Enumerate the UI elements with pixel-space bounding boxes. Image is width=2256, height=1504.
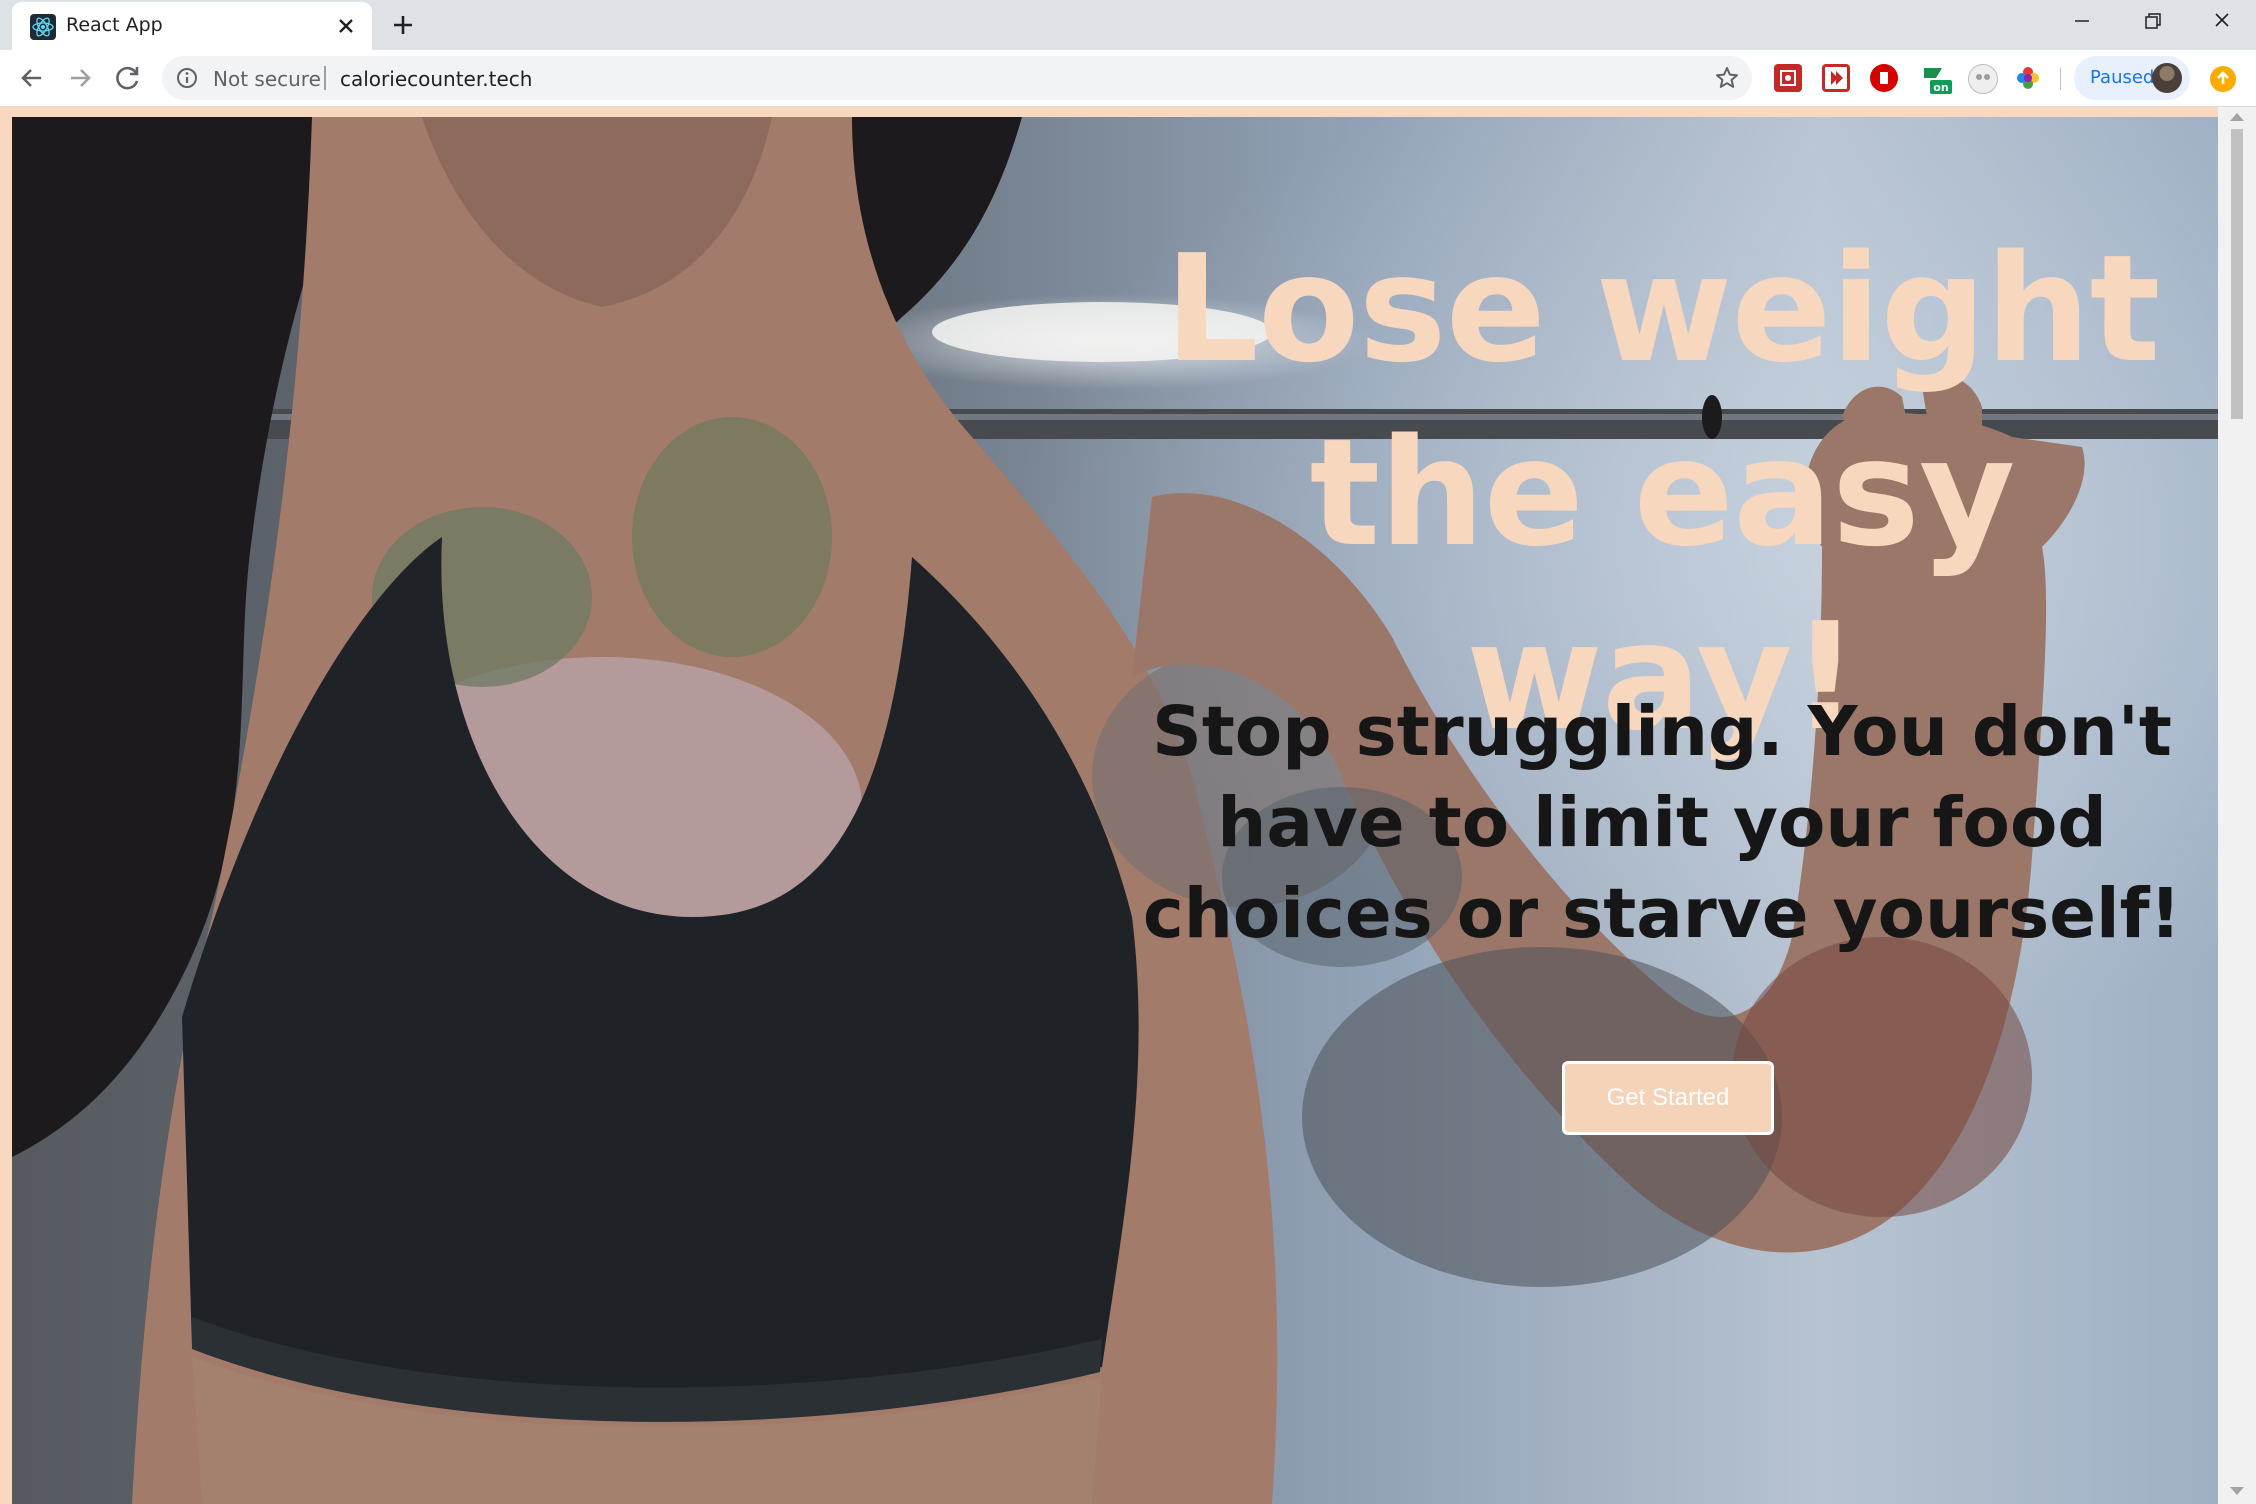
red-puzzle-icon[interactable] (1774, 64, 1802, 92)
scroll-thumb[interactable] (2231, 129, 2243, 419)
panda-icon[interactable] (1968, 64, 1998, 94)
svg-text:on: on (1933, 81, 1948, 94)
green-on-badge-icon[interactable]: on (1920, 64, 1952, 94)
video-download-icon[interactable] (1822, 64, 1850, 92)
get-started-button[interactable]: Get Started (1562, 1061, 1774, 1135)
tab-react-app[interactable]: React App (12, 2, 372, 50)
tab-title: React App (66, 14, 163, 36)
url-text[interactable]: caloriecounter.tech (340, 67, 532, 91)
color-wheel-icon[interactable] (2014, 64, 2042, 92)
close-icon[interactable] (332, 12, 360, 40)
scroll-up-arrow-icon[interactable] (2230, 113, 2244, 121)
browser-toolbar: Not secure caloriecounter.tech on Paused (0, 50, 2256, 107)
page-scrollbar[interactable] (2218, 107, 2256, 1504)
divider (2060, 68, 2061, 90)
hero-subtitle: Stop struggling. You don't have to limit… (1142, 692, 2182, 954)
security-label[interactable]: Not secure (213, 67, 321, 91)
scroll-down-arrow-icon[interactable] (2230, 1487, 2244, 1495)
avatar (2152, 63, 2182, 93)
hero-section: Lose weight the easy way! Stop strugglin… (12, 117, 2218, 1504)
page-viewport: Lose weight the easy way! Stop strugglin… (0, 107, 2256, 1504)
reload-icon[interactable] (110, 60, 146, 96)
tab-strip: React App (0, 0, 2256, 50)
adblock-icon[interactable] (1870, 64, 1898, 92)
forward-arrow-icon[interactable] (62, 60, 98, 96)
restore-icon[interactable] (2118, 0, 2186, 44)
window-close-icon[interactable] (2188, 0, 2256, 44)
address-bar[interactable]: Not secure caloriecounter.tech (162, 56, 1752, 100)
bookmark-star-icon[interactable] (1714, 65, 1740, 91)
update-menu-icon[interactable] (2210, 66, 2236, 92)
profile-status: Paused (2090, 67, 2155, 88)
divider (324, 66, 326, 90)
react-icon (30, 14, 56, 40)
profile-button[interactable]: Paused (2074, 56, 2190, 100)
info-icon[interactable] (176, 67, 198, 89)
new-tab-icon[interactable] (386, 8, 420, 42)
minimize-icon[interactable] (2048, 0, 2116, 44)
back-arrow-icon[interactable] (14, 60, 50, 96)
